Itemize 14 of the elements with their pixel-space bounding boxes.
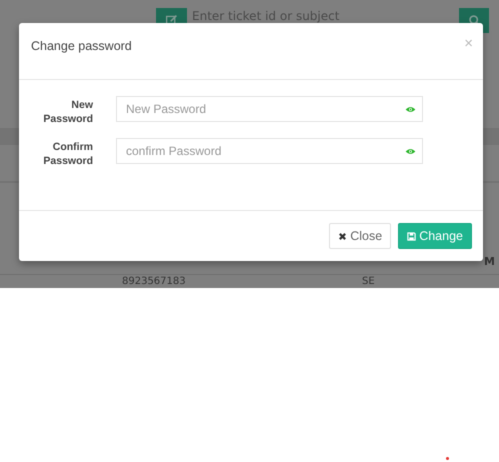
close-button[interactable]: × xyxy=(464,38,473,50)
x-icon xyxy=(338,232,348,240)
dialog-title: Change password xyxy=(31,39,132,53)
change-button[interactable]: Change xyxy=(398,223,472,249)
password-field[interactable]: New Password xyxy=(116,96,423,122)
field-label: Confirm Password xyxy=(42,140,93,168)
table-cell-text: 8923567183 xyxy=(122,276,187,287)
eye-icon xyxy=(405,106,416,113)
password-field[interactable]: confirm Password xyxy=(116,138,423,164)
table-cell: SE xyxy=(362,276,375,287)
field-label: New Password xyxy=(42,98,93,126)
eye-icon xyxy=(405,148,416,155)
column-header: M xyxy=(484,255,495,268)
close-button[interactable]: Close xyxy=(329,223,392,249)
